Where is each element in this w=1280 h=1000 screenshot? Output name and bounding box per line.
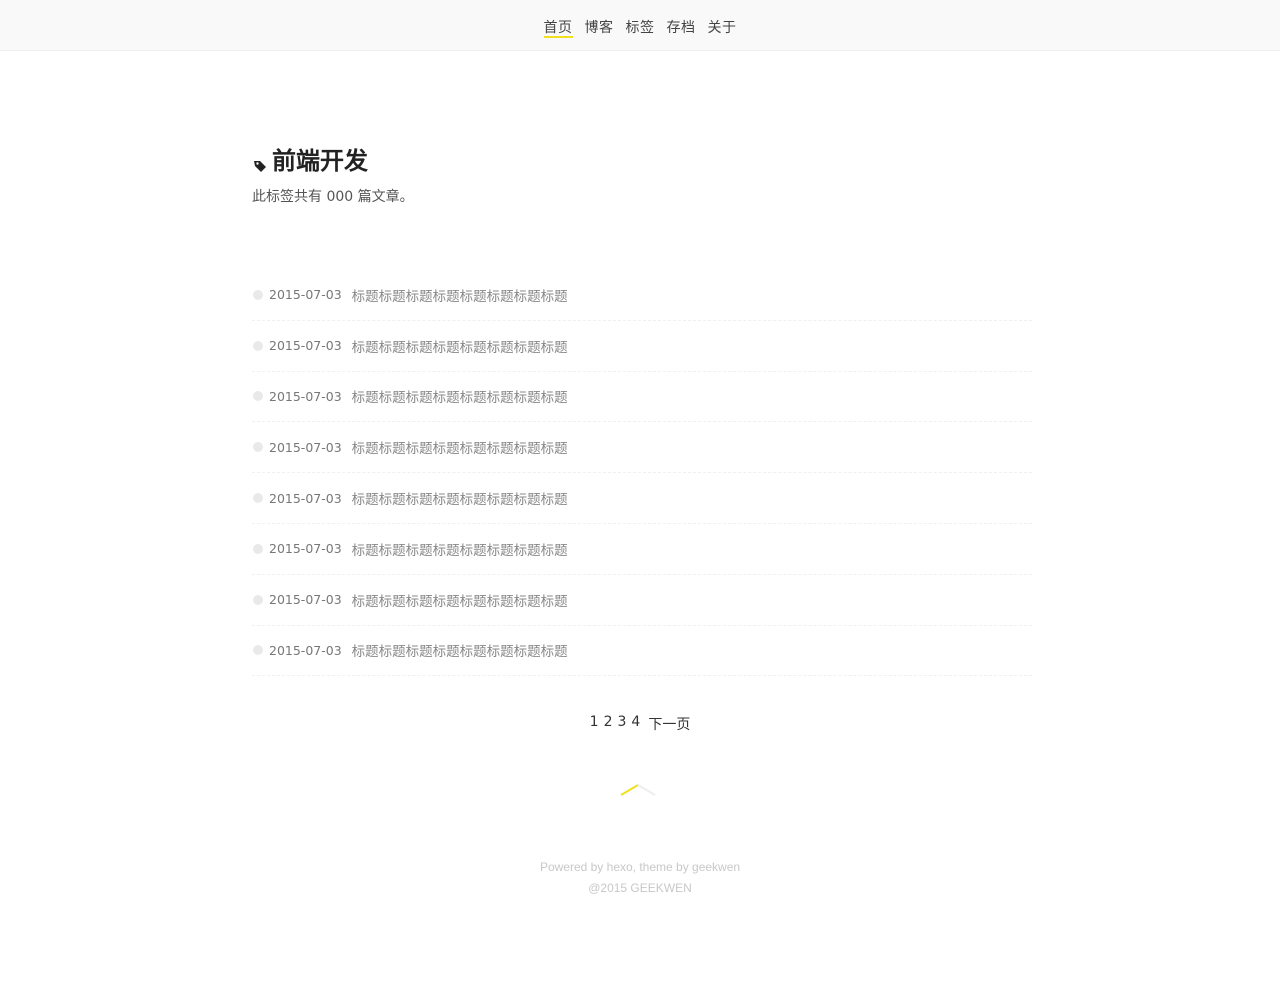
list-item[interactable]: 2015-07-03 标题标题标题标题标题标题标题标题 bbox=[252, 372, 1032, 423]
post-title-link[interactable]: 标题标题标题标题标题标题标题标题 bbox=[352, 386, 568, 406]
bullet-icon bbox=[253, 340, 263, 351]
bullet-icon bbox=[253, 493, 263, 504]
nav-item-home[interactable]: 首页 bbox=[543, 0, 573, 38]
bullet-icon bbox=[253, 442, 263, 453]
post-title-link[interactable]: 标题标题标题标题标题标题标题标题 bbox=[352, 437, 568, 457]
back-to-top-button[interactable] bbox=[620, 782, 656, 798]
list-item[interactable]: 2015-07-03 标题标题标题标题标题标题标题标题 bbox=[252, 422, 1032, 474]
nav-item-blog[interactable]: 博客 bbox=[585, 0, 614, 38]
bullet-icon bbox=[253, 594, 263, 605]
post-title-link[interactable]: 标题标题标题标题标题标题标题标题 bbox=[352, 336, 568, 356]
bullet-icon bbox=[253, 645, 263, 656]
list-item[interactable]: 2015-07-03 标题标题标题标题标题标题标题标题 bbox=[252, 473, 1032, 524]
page-link-2[interactable]: 2 bbox=[604, 714, 613, 734]
copyright-text: @2015 GEEKWEN bbox=[588, 881, 692, 895]
page-link-1[interactable]: 1 bbox=[590, 714, 599, 734]
next-page-link[interactable]: 下一页 bbox=[648, 714, 690, 734]
list-item[interactable]: 2015-07-03 标题标题标题标题标题标题标题标题 bbox=[252, 321, 1032, 372]
tag-post-count: 此标签共有 000 篇文章。 bbox=[252, 189, 414, 205]
tag-name: 前端开发 bbox=[272, 147, 368, 175]
post-title-link[interactable]: 标题标题标题标题标题标题标题标题 bbox=[352, 539, 568, 559]
post-date: 2015-07-03 bbox=[269, 642, 342, 658]
bullet-icon bbox=[253, 289, 263, 300]
chevron-up-icon bbox=[620, 784, 656, 796]
post-date: 2015-07-03 bbox=[269, 490, 342, 506]
main-nav: 首页 博客 标签 存档 关于 bbox=[0, 0, 1280, 51]
list-item[interactable]: 2015-07-03 标题标题标题标题标题标题标题标题 bbox=[252, 524, 1032, 575]
post-date: 2015-07-03 bbox=[269, 338, 342, 354]
post-date: 2015-07-03 bbox=[269, 541, 342, 557]
powered-by-text: Powered by hexo, theme by geekwen bbox=[539, 860, 741, 874]
page-title: 前端开发 bbox=[252, 141, 368, 176]
tag-icon bbox=[252, 152, 268, 172]
page-link-4[interactable]: 4 bbox=[631, 714, 640, 734]
nav-item-archive[interactable]: 存档 bbox=[667, 0, 696, 38]
list-item[interactable]: 2015-07-03 标题标题标题标题标题标题标题标题 bbox=[252, 626, 1032, 677]
nav-item-about[interactable]: 关于 bbox=[708, 0, 737, 38]
post-date: 2015-07-03 bbox=[269, 388, 342, 404]
pagination: 1 2 3 4 下一页 bbox=[0, 714, 1280, 734]
post-date: 2015-07-03 bbox=[269, 439, 342, 455]
post-list: 2015-07-03 标题标题标题标题标题标题标题标题 2015-07-03 标… bbox=[252, 270, 1032, 677]
bullet-icon bbox=[253, 391, 263, 402]
post-title-link[interactable]: 标题标题标题标题标题标题标题标题 bbox=[352, 640, 568, 660]
post-date: 2015-07-03 bbox=[269, 287, 342, 303]
site-footer: Powered by hexo, theme by geekwen @2015 … bbox=[0, 857, 1280, 899]
post-title-link[interactable]: 标题标题标题标题标题标题标题标题 bbox=[352, 488, 568, 508]
nav-item-tags[interactable]: 标签 bbox=[626, 0, 655, 38]
post-title-link[interactable]: 标题标题标题标题标题标题标题标题 bbox=[352, 285, 568, 305]
top-navbar: 首页 博客 标签 存档 关于 bbox=[0, 0, 1280, 51]
page-link-3[interactable]: 3 bbox=[618, 714, 627, 734]
bullet-icon bbox=[253, 543, 263, 554]
post-date: 2015-07-03 bbox=[269, 592, 342, 608]
post-title-link[interactable]: 标题标题标题标题标题标题标题标题 bbox=[352, 590, 568, 610]
list-item[interactable]: 2015-07-03 标题标题标题标题标题标题标题标题 bbox=[252, 575, 1032, 626]
list-item[interactable]: 2015-07-03 标题标题标题标题标题标题标题标题 bbox=[252, 270, 1032, 321]
